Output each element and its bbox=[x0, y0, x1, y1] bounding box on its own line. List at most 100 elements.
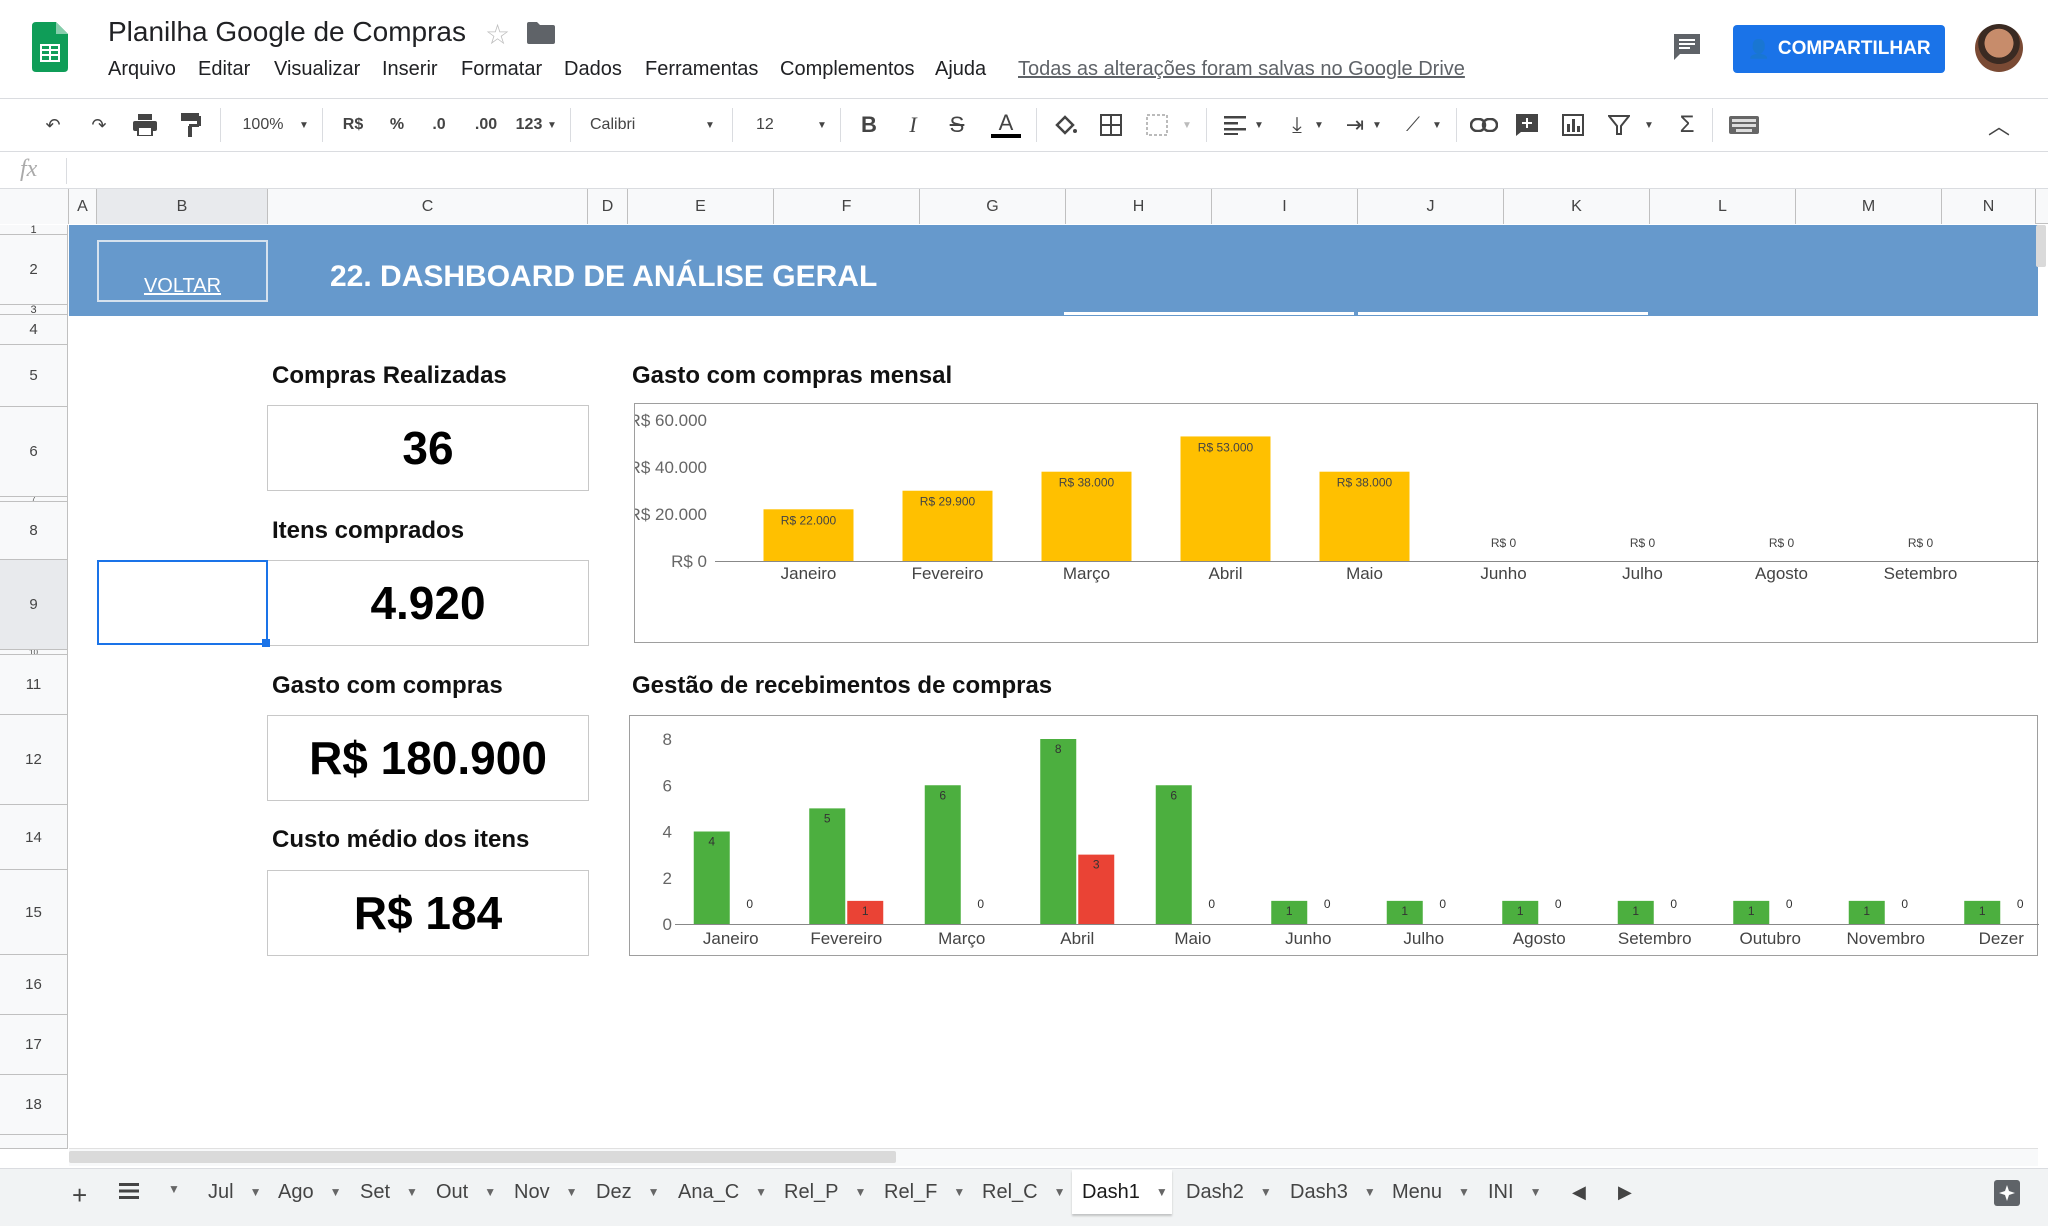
tab-menu-icon[interactable]: ▼ bbox=[755, 1185, 767, 1199]
row-header-18[interactable]: 18 bbox=[0, 1075, 68, 1135]
sheet-tab-dash2[interactable]: Dash2 ▼ bbox=[1176, 1170, 1272, 1214]
column-header-c[interactable]: C bbox=[268, 189, 588, 224]
menu-dados[interactable]: Dados bbox=[564, 58, 622, 81]
more-formats-button[interactable]: 123 bbox=[514, 110, 544, 140]
column-header-j[interactable]: J bbox=[1358, 189, 1504, 224]
tab-menu-icon[interactable]: ▼ bbox=[648, 1185, 660, 1199]
tab-menu-icon[interactable]: ▼ bbox=[250, 1185, 262, 1199]
row-header-4[interactable]: 4 bbox=[0, 315, 68, 345]
sheet-tab-ana-c[interactable]: Ana_C ▼ bbox=[668, 1170, 767, 1214]
column-header-h[interactable]: H bbox=[1066, 189, 1212, 224]
row-header-15[interactable]: 15 bbox=[0, 870, 68, 955]
currency-format-button[interactable]: R$ bbox=[336, 110, 370, 140]
row-header-2[interactable]: 2 bbox=[0, 235, 68, 305]
column-header-k[interactable]: K bbox=[1504, 189, 1650, 224]
tab-menu-icon[interactable]: ▼ bbox=[953, 1185, 965, 1199]
menu-formatar[interactable]: Formatar bbox=[461, 58, 542, 81]
tab-menu-icon[interactable]: ▼ bbox=[1054, 1185, 1066, 1199]
percent-format-button[interactable]: % bbox=[382, 110, 412, 140]
menu-editar[interactable]: Editar bbox=[198, 58, 250, 81]
formula-input[interactable] bbox=[80, 156, 2020, 186]
horizontal-scrollbar[interactable] bbox=[69, 1151, 896, 1163]
column-header-n[interactable]: N bbox=[1942, 189, 2036, 224]
chart-monthly-spend[interactable]: R$ 0 R$ 20.000 R$ 40.000 R$ 60.000 R$ 22.000… bbox=[629, 403, 2039, 643]
tab-menu-icon[interactable]: ▼ bbox=[330, 1185, 342, 1199]
tab-menu-icon[interactable]: ▼ bbox=[1260, 1185, 1272, 1199]
text-rotation-dropdown-icon[interactable]: ▼ bbox=[1430, 110, 1444, 140]
all-sheets-icon[interactable] bbox=[119, 1182, 139, 1205]
tab-menu-icon[interactable]: ▼ bbox=[1458, 1185, 1470, 1199]
row-header-6[interactable]: 6 bbox=[0, 407, 68, 497]
row-header-12[interactable]: 12 bbox=[0, 715, 68, 805]
kpi-value-items[interactable]: 4.920 bbox=[267, 560, 589, 646]
share-button[interactable]: 👤 COMPARTILHAR bbox=[1733, 25, 1945, 73]
italic-icon[interactable]: I bbox=[898, 110, 928, 140]
sheet-tab-rel-p[interactable]: Rel_P ▼ bbox=[774, 1170, 866, 1214]
star-icon[interactable]: ☆ bbox=[485, 18, 510, 51]
sheets-logo-icon[interactable] bbox=[32, 22, 68, 72]
select-all-corner[interactable] bbox=[0, 189, 69, 224]
scroll-tabs-left-icon[interactable]: ◀ bbox=[1572, 1182, 1586, 1203]
tab-menu-icon[interactable]: ▼ bbox=[484, 1185, 496, 1199]
row-header-16[interactable]: 16 bbox=[0, 955, 68, 1015]
text-wrap-dropdown-icon[interactable]: ▼ bbox=[1370, 110, 1384, 140]
vertical-align-icon[interactable]: ⤓ bbox=[1282, 110, 1312, 140]
more-formats-dropdown-icon[interactable]: ▼ bbox=[546, 110, 558, 140]
kpi-value-purchases[interactable]: 36 bbox=[267, 405, 589, 491]
font-size-select[interactable]: 12 bbox=[756, 110, 786, 140]
tab-menu-icon[interactable]: ▼ bbox=[1364, 1185, 1376, 1199]
row-header-3[interactable]: 3 bbox=[0, 305, 68, 315]
sheet-tab-nov[interactable]: Nov ▼ bbox=[504, 1170, 577, 1214]
sheet-tab-dash3[interactable]: Dash3 ▼ bbox=[1280, 1170, 1376, 1214]
font-family-dropdown-icon[interactable]: ▼ bbox=[702, 110, 718, 140]
column-header-i[interactable]: I bbox=[1212, 189, 1358, 224]
text-color-icon[interactable]: A bbox=[990, 110, 1022, 140]
font-family-select[interactable]: Calibri bbox=[590, 110, 650, 140]
tab-menu-icon[interactable]: ▼ bbox=[1530, 1185, 1542, 1199]
collapse-toolbar-icon[interactable]: ︿ bbox=[1984, 110, 2014, 140]
row-header-17[interactable]: 17 bbox=[0, 1015, 68, 1075]
undo-icon[interactable]: ↶ bbox=[38, 110, 68, 140]
sheet-tab-set[interactable]: Set ▼ bbox=[350, 1170, 418, 1214]
document-title[interactable]: Planilha Google de Compras bbox=[108, 16, 466, 48]
selected-cell-b9[interactable] bbox=[97, 560, 268, 645]
font-size-dropdown-icon[interactable]: ▼ bbox=[814, 110, 830, 140]
borders-icon[interactable] bbox=[1096, 110, 1126, 140]
sheet-tab-ini[interactable]: INI ▼ bbox=[1478, 1170, 1541, 1214]
column-header-f[interactable]: F bbox=[774, 189, 920, 224]
column-header-a[interactable]: A bbox=[69, 189, 97, 224]
functions-icon[interactable]: Σ bbox=[1672, 110, 1702, 140]
chart-receipts[interactable]: 0 2 4 6 8 4 0 Janeiro 5 1 Fevereiro 6 0 Março 8 3 Abril 6… bbox=[629, 715, 2039, 956]
menu-visualizar[interactable]: Visualizar bbox=[274, 58, 360, 81]
tab-menu-icon[interactable]: ▼ bbox=[406, 1185, 418, 1199]
sheet-tab-dash1[interactable]: Dash1 ▼ bbox=[1072, 1170, 1172, 1214]
insert-link-icon[interactable] bbox=[1468, 110, 1500, 140]
print-icon[interactable] bbox=[130, 110, 160, 140]
row-header-9[interactable]: 9 bbox=[0, 560, 68, 650]
horizontal-align-icon[interactable] bbox=[1220, 110, 1250, 140]
comments-icon[interactable] bbox=[1672, 32, 1702, 67]
decrease-decimal-button[interactable]: .0 bbox=[424, 110, 454, 140]
saved-status-link[interactable]: Todas as alterações foram salvas no Goog… bbox=[1018, 58, 1465, 81]
vertical-align-dropdown-icon[interactable]: ▼ bbox=[1312, 110, 1326, 140]
paint-format-icon[interactable] bbox=[176, 110, 206, 140]
vertical-scrollbar[interactable] bbox=[2036, 225, 2046, 267]
menu-ajuda[interactable]: Ajuda bbox=[935, 58, 986, 81]
back-button[interactable]: VOLTAR bbox=[97, 240, 268, 302]
sheet-tab-jul[interactable]: Jul ▼ bbox=[198, 1170, 261, 1214]
menu-ferramentas[interactable]: Ferramentas bbox=[645, 58, 758, 81]
kpi-value-spend[interactable]: R$ 180.900 bbox=[267, 715, 589, 801]
bold-icon[interactable]: B bbox=[854, 110, 884, 140]
menu-complementos[interactable]: Complementos bbox=[780, 58, 915, 81]
horizontal-align-dropdown-icon[interactable]: ▼ bbox=[1252, 110, 1266, 140]
text-rotation-icon[interactable]: ⟋ bbox=[1398, 110, 1428, 140]
row-header-1[interactable]: 1 bbox=[0, 224, 68, 236]
tab-menu-icon[interactable]: ▼ bbox=[854, 1185, 866, 1199]
menu-arquivo[interactable]: Arquivo bbox=[108, 58, 176, 81]
row-header-14[interactable]: 14 bbox=[0, 805, 68, 870]
fill-color-icon[interactable] bbox=[1050, 110, 1080, 140]
avatar[interactable] bbox=[1975, 24, 2023, 72]
sheet-tab-out[interactable]: Out ▼ bbox=[426, 1170, 496, 1214]
column-header-l[interactable]: L bbox=[1650, 189, 1796, 224]
row-header-8[interactable]: 8 bbox=[0, 502, 68, 560]
